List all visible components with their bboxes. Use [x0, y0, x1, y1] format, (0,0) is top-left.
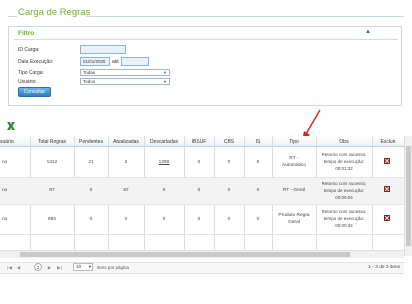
- horizontal-scrollbar[interactable]: [0, 250, 404, 258]
- cell-atualizadas: 87: [123, 188, 129, 193]
- column-header-pendentes[interactable]: Pendentes: [74, 139, 108, 145]
- cell-total-regras: 87: [49, 188, 55, 193]
- vertical-scroll-thumb[interactable]: [406, 146, 411, 246]
- cell-cbs: 0: [227, 160, 231, 165]
- cell-tipo-line1: RT -: [289, 156, 299, 161]
- vertical-scrollbar[interactable]: [404, 136, 412, 256]
- tipo-carga-label: Tipo Carga:: [18, 70, 44, 76]
- column-header-total-regras[interactable]: Total Regras: [30, 139, 74, 145]
- page-title: Carga de Regras: [18, 7, 91, 18]
- tipo-carga-value: Todas: [83, 70, 96, 75]
- id-carga-label: ID Carga:: [18, 47, 40, 53]
- date-range-separator: até: [112, 59, 119, 65]
- filter-title: Filtro: [18, 30, 35, 37]
- column-header-tipo[interactable]: Tipo: [272, 139, 316, 145]
- title-divider-left: [8, 16, 17, 17]
- first-page-button[interactable]: |◀: [6, 264, 13, 271]
- chevron-down-icon: ▼: [163, 79, 167, 84]
- cell-obs-line1: Retorno com sucesso,: [321, 209, 367, 214]
- cell-obs-line2: tempo de execução:: [323, 188, 365, 193]
- cell-is: 0: [256, 160, 260, 165]
- cell-ibsuf: 0: [197, 217, 201, 222]
- cell-usuario: no: [2, 188, 8, 193]
- cell-descartadas: 0: [162, 188, 166, 193]
- usuario-value: Todos: [83, 79, 96, 84]
- page-size-select[interactable]: 10 ▾: [73, 263, 93, 271]
- cell-pendentes: 0: [89, 188, 93, 193]
- cell-cbs: 0: [227, 188, 231, 193]
- cell-pendentes: 21: [88, 160, 94, 165]
- horizontal-scroll-thumb[interactable]: [20, 252, 350, 257]
- items-per-page-label: itens por página: [97, 265, 130, 270]
- cell-obs-line3: 00:00:34: [335, 223, 353, 228]
- cell-obs-line1: Retorno com sucesso,: [321, 181, 367, 186]
- cell-atualizadas: 2: [124, 160, 128, 165]
- chevron-down-icon: ▾: [88, 264, 91, 269]
- column-header-excluir[interactable]: Excluir: [372, 139, 404, 145]
- usuario-label: Usuário:: [18, 79, 37, 85]
- cell-tipo-line2: Automático: [282, 163, 306, 168]
- cell-obs-line3: 00:01:32: [335, 166, 353, 171]
- consultar-button[interactable]: Consultar: [18, 87, 51, 97]
- column-header-obs[interactable]: Obs: [316, 139, 372, 145]
- cell-total-regras: 892: [47, 217, 56, 222]
- tipo-carga-select[interactable]: Todas ▼: [80, 69, 170, 76]
- cell-obs-line2: tempo de execução:: [323, 216, 365, 221]
- prev-page-button[interactable]: ◀: [15, 264, 22, 271]
- cell-descartadas: 0: [162, 217, 166, 222]
- cell-obs-line2: tempo de execução:: [323, 159, 365, 164]
- cell-tipo-line1: Produto Regra: [278, 213, 310, 218]
- cell-pendentes: 0: [89, 217, 93, 222]
- cell-is: 0: [256, 217, 260, 222]
- delete-icon[interactable]: [384, 186, 390, 192]
- cell-total-regras: 1312: [46, 160, 58, 165]
- last-page-button[interactable]: ▶|: [56, 264, 63, 271]
- cell-ibsuf: 0: [197, 188, 201, 193]
- cell-usuario: no: [2, 160, 8, 165]
- caret-up-icon[interactable]: ▲: [365, 29, 371, 35]
- column-header-is[interactable]: IS: [244, 139, 272, 145]
- delete-icon[interactable]: [384, 215, 390, 221]
- cell-descartadas-link[interactable]: 1289: [144, 160, 184, 165]
- column-header-cbs[interactable]: CBS: [214, 139, 244, 145]
- data-execucao-to-input[interactable]: [121, 57, 149, 66]
- title-divider: [86, 16, 404, 17]
- column-header-ibsuf[interactable]: IBSUF: [184, 139, 214, 145]
- column-header-atualizadas[interactable]: Atualizadas: [108, 139, 144, 145]
- cell-ibsuf: 0: [197, 160, 201, 165]
- data-execucao-label: Data Execução:: [18, 59, 54, 65]
- column-header-descartadas[interactable]: Descartadas: [144, 139, 184, 145]
- usuario-select[interactable]: Todos ▼: [80, 78, 170, 85]
- id-carga-input[interactable]: [80, 45, 126, 54]
- cell-obs-line3: 00:00:04: [335, 195, 353, 200]
- cell-cbs: 0: [227, 217, 231, 222]
- column-header-usuario[interactable]: suário: [0, 139, 22, 145]
- pager-summary: 1 - 3 de 3 itens: [368, 265, 400, 270]
- cell-atualizadas: 0: [124, 217, 128, 222]
- current-page[interactable]: 1: [34, 263, 42, 271]
- cell-is: 0: [256, 188, 260, 193]
- cell-tipo-line1: RT - Geral: [282, 188, 306, 193]
- filter-divider: [14, 39, 398, 40]
- excel-icon[interactable]: [6, 121, 16, 131]
- filter-panel: [8, 26, 402, 106]
- delete-icon[interactable]: [384, 158, 390, 164]
- cell-tipo-line2: Geral: [288, 220, 300, 225]
- cell-usuario: no: [2, 217, 8, 222]
- chevron-down-icon: ▼: [163, 70, 167, 75]
- page-size-value: 10: [76, 264, 82, 269]
- next-page-button[interactable]: ▶: [46, 264, 53, 271]
- data-execucao-from-input[interactable]: 01/01/2025: [80, 57, 110, 66]
- cell-obs-line1: Retorno com sucesso,: [321, 152, 367, 157]
